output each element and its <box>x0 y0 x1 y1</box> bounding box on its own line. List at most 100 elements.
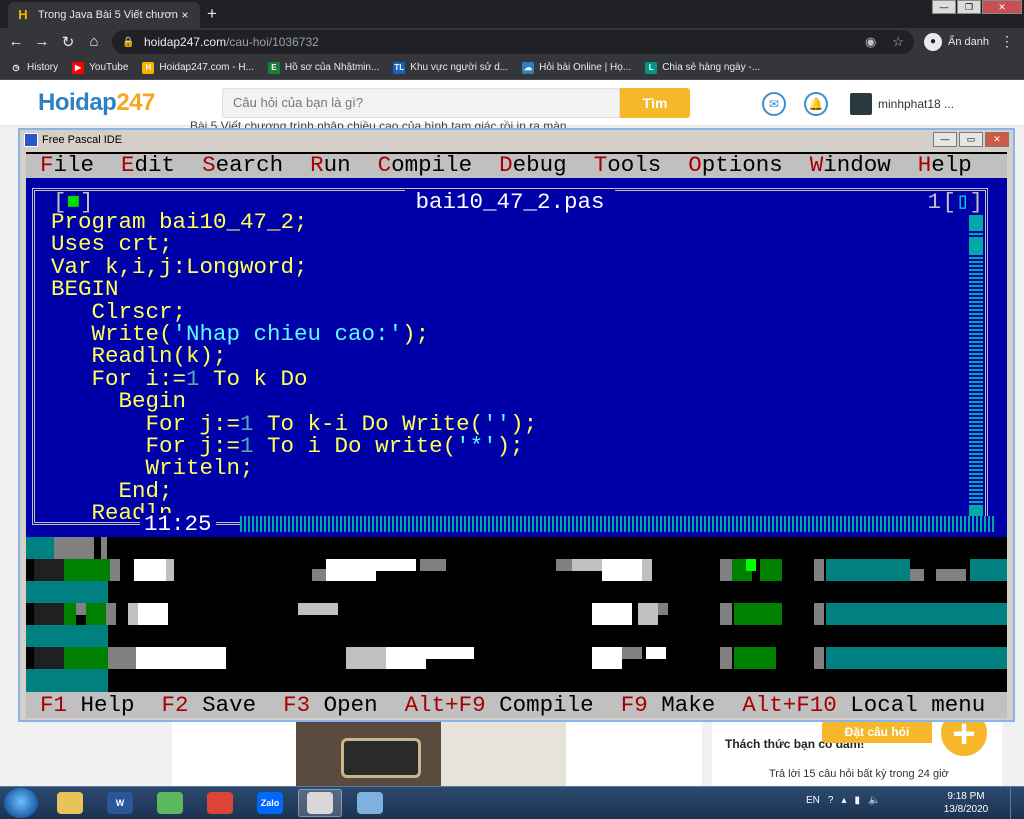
close-window-icon[interactable]: ✕ <box>982 0 1022 14</box>
user-menu[interactable]: minhphat18 ... <box>850 93 954 115</box>
status-item-f2[interactable]: F2 Save <box>162 694 257 717</box>
reload-icon[interactable]: ↻ <box>58 33 78 51</box>
menu-hotkey: O <box>688 152 702 178</box>
history-icon: ◷ <box>10 61 22 74</box>
back-icon[interactable]: ← <box>6 33 26 50</box>
bookmark-item[interactable]: TL Khu vực người sử d... <box>393 61 509 74</box>
question-photo[interactable] <box>296 720 566 786</box>
eye-icon[interactable]: ◉ <box>865 34 876 50</box>
status-item-f9[interactable]: F9 Make <box>621 694 716 717</box>
bookmark-item[interactable]: ▶ YouTube <box>72 61 128 74</box>
word-taskbar-button[interactable]: W <box>98 789 142 817</box>
home-icon[interactable]: ⌂ <box>84 33 104 50</box>
volume-icon[interactable]: 🔈 <box>868 795 880 806</box>
pascal-app-icon <box>24 133 38 147</box>
horizontal-scrollbar[interactable] <box>240 516 996 532</box>
fp-menu-help[interactable]: Help <box>918 154 972 178</box>
coccoc-icon <box>157 792 183 814</box>
fp-menu-options[interactable]: Options <box>688 154 783 178</box>
output-block <box>642 559 652 581</box>
incognito-profile[interactable]: ● Ẩn danh <box>924 32 989 52</box>
search-button[interactable]: Tìm <box>620 88 690 118</box>
ask-question-button[interactable]: Đặt câu hỏi <box>822 721 932 743</box>
browser-menu-icon[interactable]: ⋮ <box>1000 33 1014 50</box>
zalo-icon: Zalo <box>257 792 283 814</box>
coccoc-taskbar-button[interactable] <box>148 789 192 817</box>
status-item-f3[interactable]: F3 Open <box>283 694 378 717</box>
fp-menu-run[interactable]: Run <box>310 154 351 178</box>
tray-expand-icon[interactable]: ▴ <box>841 795 846 806</box>
output-block <box>138 603 168 625</box>
code-line: Program bai10_47_2; <box>51 209 308 235</box>
minimize-icon[interactable]: — <box>932 0 956 14</box>
address-bar[interactable]: 🔒 hoidap247.com /cau-hoi/1036732 ◉ ☆ <box>112 30 914 54</box>
control-panel-icon <box>357 792 383 814</box>
code-line: Clrscr; <box>51 298 187 325</box>
fp-title-bar[interactable]: Free Pascal IDE — ▭ ✕ <box>20 130 1013 150</box>
notification-bell-icon[interactable]: 🔔 <box>804 92 828 116</box>
fp-menu-compile[interactable]: Compile <box>378 154 473 178</box>
status-label: Make <box>661 691 716 718</box>
bookmark-item[interactable]: L Chia sẻ hàng ngày -... <box>645 61 760 74</box>
chat-icon[interactable]: ✉ <box>762 92 786 116</box>
control-panel-taskbar-button[interactable] <box>348 789 392 817</box>
output-block <box>602 559 642 581</box>
network-icon[interactable]: ▮ <box>855 795 861 806</box>
zalo-taskbar-button[interactable]: Zalo <box>248 789 292 817</box>
browser-tab[interactable]: H Trong Java Bài 5 Viết chương trìn × <box>8 2 200 28</box>
output-block <box>128 603 138 625</box>
fp-menu-search[interactable]: Search <box>202 154 283 178</box>
bookmark-item[interactable]: E Hồ sơ của Nhậtmin... <box>267 61 379 74</box>
fp-minimize-icon[interactable]: — <box>933 132 957 147</box>
output-block <box>734 647 776 669</box>
status-item-alt-f10[interactable]: Alt+F10 Local menu <box>742 694 985 717</box>
scroll-up-arrow[interactable] <box>969 215 983 231</box>
tab-close-icon[interactable]: × <box>178 8 192 22</box>
status-item-alt-f9[interactable]: Alt+F9 Compile <box>405 694 594 717</box>
fp-menu-file[interactable]: File <box>40 154 94 178</box>
chrome-taskbar-button[interactable] <box>198 789 242 817</box>
editor-zoom-box[interactable]: [▯] <box>942 191 983 214</box>
bookmark-label: Khu vực người sử d... <box>410 62 509 73</box>
output-block <box>34 647 64 669</box>
fp-close-icon[interactable]: ✕ <box>985 132 1009 147</box>
bookmark-item[interactable]: ◷ History <box>10 61 59 74</box>
bookmark-item[interactable]: ☁ Hỏi bài Online | Họ... <box>522 61 631 74</box>
search-input[interactable]: Câu hỏi của bạn là gì? <box>222 88 620 118</box>
new-tab-button[interactable]: + <box>207 4 217 24</box>
bookmark-label: History <box>27 62 59 73</box>
bookmark-star-icon[interactable]: ☆ <box>892 34 904 50</box>
restore-icon[interactable]: ❐ <box>957 0 981 14</box>
output-block <box>638 603 658 625</box>
vertical-scrollbar[interactable] <box>969 215 983 527</box>
show-desktop-button[interactable] <box>1010 787 1024 819</box>
fp-menu-edit[interactable]: Edit <box>121 154 175 178</box>
code-line: For j:=1 To k-i Do Write(''); <box>51 410 538 437</box>
output-block <box>26 625 108 647</box>
window-number: 1 <box>927 189 941 215</box>
taskbar-clock[interactable]: 9:18 PM 13/8/2020 <box>938 790 994 816</box>
system-tray: EN ? ▴ ▮ 🔈 <box>806 795 880 806</box>
status-item-f1[interactable]: F1 Help <box>40 694 135 717</box>
output-block <box>54 537 94 559</box>
avatar <box>850 93 872 115</box>
menu-label: indow <box>823 152 891 178</box>
clock-time: 9:18 PM <box>947 791 985 802</box>
language-indicator[interactable]: EN <box>806 795 820 806</box>
fp-maximize-icon[interactable]: ▭ <box>959 132 983 147</box>
scroll-thumb[interactable] <box>969 237 983 253</box>
pascal-taskbar-button[interactable] <box>298 789 342 817</box>
help-icon[interactable]: ? <box>828 795 834 806</box>
fp-menu-tools[interactable]: Tools <box>594 154 662 178</box>
code-area[interactable]: Program bai10_47_2; Uses crt; Var k,i,j:Lo… <box>51 209 538 525</box>
output-block <box>26 669 108 692</box>
bookmark-item[interactable]: H Hoidap247.com - H... <box>142 61 254 74</box>
start-button[interactable] <box>4 788 38 818</box>
status-key: F9 <box>620 691 648 718</box>
forward-icon[interactable]: → <box>32 33 52 50</box>
code-line: BEGIN <box>51 276 119 303</box>
fp-menu-window[interactable]: Window <box>810 154 891 178</box>
site-logo[interactable]: Hoidap247 <box>38 89 155 117</box>
fp-menu-debug[interactable]: Debug <box>499 154 567 178</box>
explorer-taskbar-button[interactable] <box>48 789 92 817</box>
